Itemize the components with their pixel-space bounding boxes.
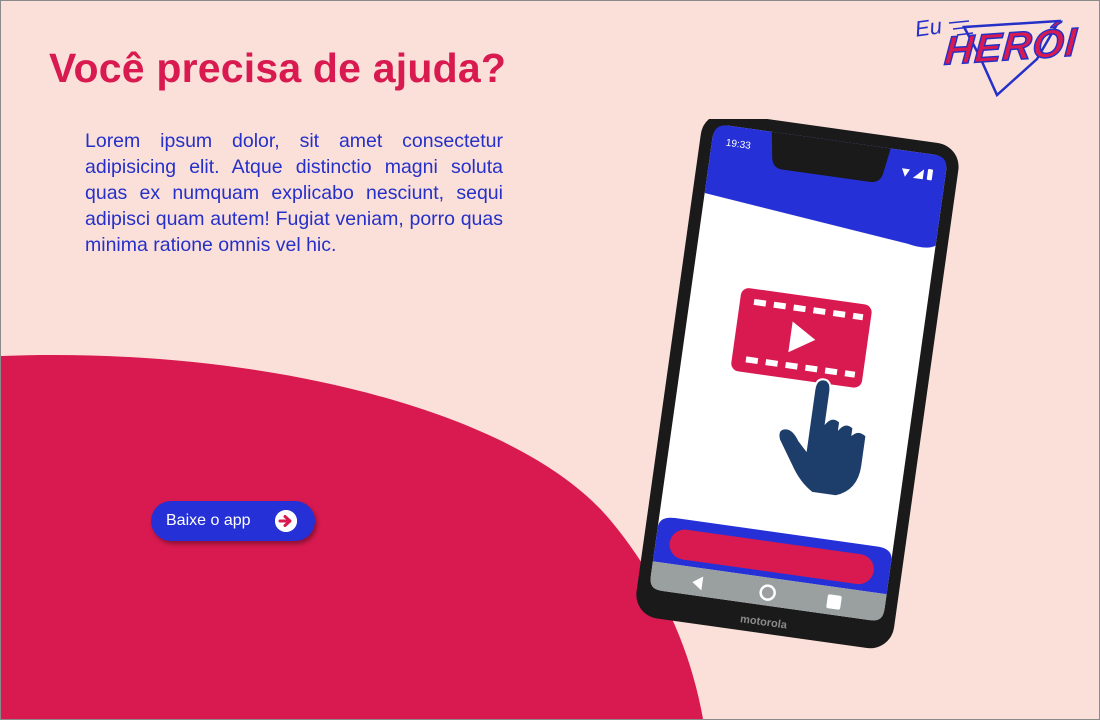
description-text: Lorem ipsum dolor, sit amet consectetur … [85,130,503,256]
download-app-button[interactable]: Baixe o app [151,501,315,541]
download-app-label: Baixe o app [166,512,251,529]
logo-eu-text: Eu [913,13,944,42]
recents-icon [826,594,842,610]
landing-page: Você precisa de ajuda? Lorem ipsum dolor… [0,0,1100,720]
logo-heroi-text: HERÓI [942,20,1079,75]
arrow-right-circle-icon [275,510,297,532]
page-title: Você precisa de ajuda? [49,45,507,91]
eu-heroi-logo: Eu HERÓI [909,9,1080,99]
smartphone-mockup: 19:33 motorola [636,119,959,649]
